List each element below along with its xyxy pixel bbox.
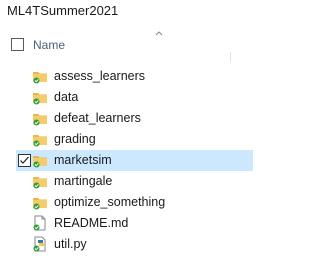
file-name: optimize_something: [54, 195, 166, 209]
document-icon: [33, 215, 46, 231]
folder-icon: [33, 156, 47, 168]
column-header: Name: [0, 31, 253, 62]
file-name: marketsim: [54, 153, 112, 167]
file-explorer: ML4TSummer2021 Name assess_learners data…: [0, 0, 253, 260]
window-title: ML4TSummer2021: [7, 3, 119, 18]
folder-icon: [33, 135, 47, 147]
name-column-header[interactable]: Name: [33, 37, 65, 53]
list-item[interactable]: data: [0, 87, 253, 108]
file-name: README.md: [54, 216, 129, 230]
folder-icon: [33, 198, 47, 210]
list-item[interactable]: defeat_learners: [0, 108, 253, 129]
folder-icon: [33, 93, 47, 105]
list-item[interactable]: README.md: [0, 213, 253, 234]
column-divider[interactable]: [230, 52, 231, 62]
folder-icon: [33, 177, 47, 189]
row-checkbox[interactable]: [18, 154, 31, 167]
folder-icon: [33, 114, 47, 126]
sort-ascending-icon[interactable]: [153, 28, 165, 38]
file-name: data: [54, 90, 79, 104]
list-item[interactable]: grading: [0, 129, 253, 150]
list-item[interactable]: martingale: [0, 171, 253, 192]
file-name: assess_learners: [54, 69, 146, 83]
checkmark-icon: [20, 156, 29, 164]
file-name: grading: [54, 132, 96, 146]
list-item[interactable]: marketsim: [0, 150, 253, 171]
list-item[interactable]: assess_learners: [0, 66, 253, 87]
folder-icon: [33, 72, 47, 84]
file-name: util.py: [54, 237, 87, 251]
list-item[interactable]: optimize_something: [0, 192, 253, 213]
file-name: martingale: [54, 174, 113, 188]
file-list: assess_learners data defeat_learners gra…: [0, 66, 253, 255]
list-item[interactable]: util.py: [0, 234, 253, 255]
select-all-checkbox[interactable]: [11, 38, 24, 51]
file-name: defeat_learners: [54, 111, 141, 125]
python-file-icon: [33, 236, 46, 252]
